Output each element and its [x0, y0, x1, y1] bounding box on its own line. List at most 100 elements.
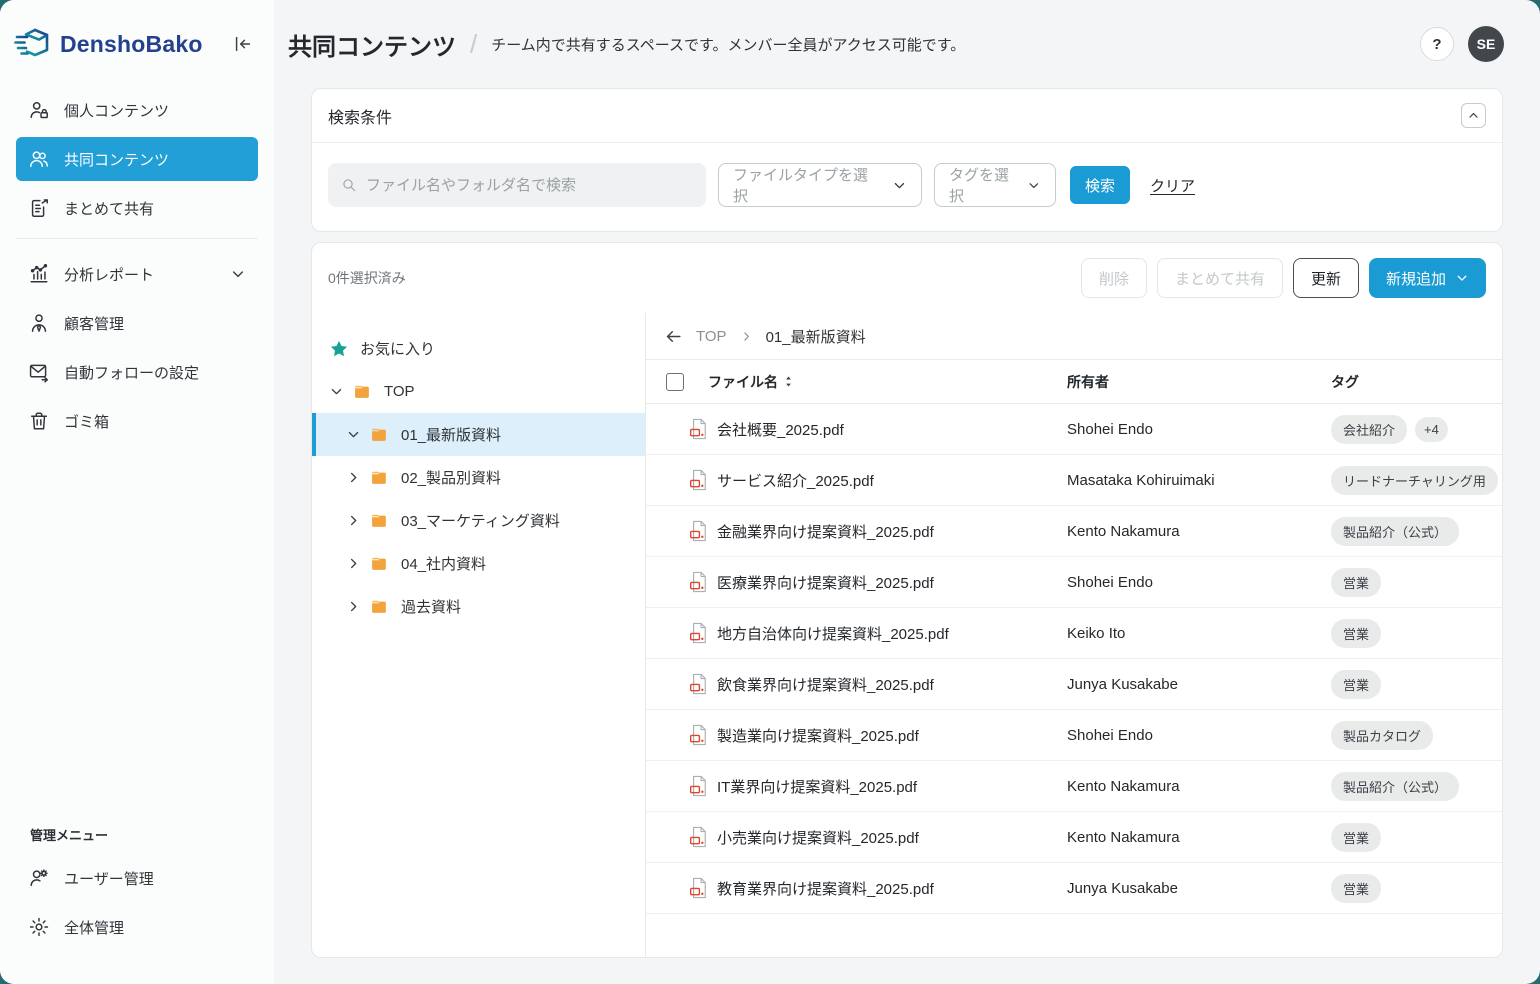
table-row[interactable]: 医療業界向け提案資料_2025.pdf Shohei Endo営業: [646, 557, 1502, 608]
tag-pill[interactable]: リードナーチャリング用: [1331, 466, 1498, 495]
tag-pill[interactable]: 営業: [1331, 670, 1381, 699]
file-type-select[interactable]: ファイルタイプを選択: [718, 163, 922, 207]
tree-folder[interactable]: 過去資料: [312, 585, 645, 628]
chevron-up-icon: [1467, 109, 1480, 122]
tag-select-value: タグを選択: [949, 164, 1017, 206]
breadcrumb-root[interactable]: TOP: [696, 328, 727, 345]
tree-folder[interactable]: 04_社内資料: [312, 542, 645, 585]
file-browser-body: お気に入り TOP 01_最新版資料 02_製品別資料 03_マーケティング資料 04…: [312, 313, 1502, 957]
chevron-right-icon: [346, 556, 361, 571]
tree-folder-label: 02_製品別資料: [401, 467, 501, 488]
file-name: 地方自治体向け提案資料_2025.pdf: [717, 623, 949, 644]
search-icon: [341, 177, 357, 193]
sidebar-item-label: まとめて共有: [64, 198, 154, 219]
toolbar-actions: 削除 まとめて共有 更新 新規追加: [1081, 258, 1486, 298]
sidebar-item[interactable]: まとめて共有: [16, 186, 258, 230]
sidebar-item[interactable]: ゴミ箱: [16, 399, 258, 443]
pdf-icon: [689, 520, 709, 542]
refresh-button[interactable]: 更新: [1293, 258, 1359, 298]
folder-icon: [370, 597, 390, 617]
chevron-down-icon[interactable]: [329, 384, 344, 399]
chevron-down-icon: [892, 178, 907, 193]
folder-tree-children: 01_最新版資料 02_製品別資料 03_マーケティング資料 04_社内資料過去資料: [312, 413, 645, 628]
sidebar-collapse-icon[interactable]: [232, 33, 254, 55]
search-panel-collapse-button[interactable]: [1461, 103, 1486, 128]
help-button[interactable]: ?: [1420, 27, 1454, 61]
tag-pill[interactable]: 営業: [1331, 874, 1381, 903]
sidebar-item-label: 共同コンテンツ: [64, 149, 169, 170]
page-subtitle: チーム内で共有するスペースです。メンバー全員がアクセス可能です。: [491, 34, 965, 55]
file-owner: Shohei Endo: [1067, 727, 1331, 744]
table-row[interactable]: 製造業向け提案資料_2025.pdfShohei Endo製品カタログ: [646, 710, 1502, 761]
favorites-label: お気に入り: [360, 338, 435, 359]
tree-folder[interactable]: 03_マーケティング資料: [312, 499, 645, 542]
tree-folder-label: 04_社内資料: [401, 553, 486, 574]
chevron-right-icon: [346, 470, 361, 485]
table-row[interactable]: IT業界向け提案資料_2025.pdfKento Nakamura製品紹介（公式…: [646, 761, 1502, 812]
table-row[interactable]: 飲食業界向け提案資料_2025.pdfJunya Kusakabe営業: [646, 659, 1502, 710]
person-lock-icon: [28, 99, 50, 121]
table-row[interactable]: 会社概要_2025.pdfShohei Endo会社紹介+4: [646, 404, 1502, 455]
chevron-down-icon: [230, 266, 246, 282]
file-tags: 営業: [1331, 874, 1502, 903]
file-browser-panel: 0件選択済み 削除 まとめて共有 更新 新規追加: [311, 242, 1503, 958]
app-window: DenshoBako 個人コンテンツ共同コンテンツまとめて共有分析レポート顧客管…: [0, 0, 1540, 984]
sort-by-name[interactable]: ファイル名: [708, 372, 794, 392]
search-input[interactable]: [366, 177, 693, 194]
tag-pill[interactable]: 製品紹介（公式）: [1331, 517, 1459, 546]
tag-pill[interactable]: 営業: [1331, 823, 1381, 852]
tag-pill[interactable]: 製品カタログ: [1331, 721, 1433, 750]
bulk-share-button[interactable]: まとめて共有: [1157, 258, 1283, 298]
file-owner: Junya Kusakabe: [1067, 676, 1331, 693]
table-row[interactable]: 金融業界向け提案資料_2025.pdfKento Nakamura製品紹介（公式…: [646, 506, 1502, 557]
search-input-box[interactable]: [328, 163, 706, 207]
clear-link[interactable]: クリア: [1150, 175, 1195, 196]
pdf-icon: [689, 877, 709, 899]
add-new-button[interactable]: 新規追加: [1369, 258, 1486, 298]
pdf-icon: [689, 622, 709, 644]
tree-root-folder[interactable]: TOP: [312, 370, 645, 413]
search-button[interactable]: 検索: [1070, 166, 1130, 204]
tag-pill[interactable]: 営業: [1331, 619, 1381, 648]
column-tags: タグ: [1331, 372, 1502, 392]
delete-button[interactable]: 削除: [1081, 258, 1147, 298]
sidebar-item[interactable]: 共同コンテンツ: [16, 137, 258, 181]
user-avatar[interactable]: SE: [1468, 26, 1504, 62]
tree-folder[interactable]: 01_最新版資料: [312, 413, 645, 456]
breadcrumb-current: 01_最新版資料: [766, 326, 866, 347]
title-separator: /: [470, 29, 477, 60]
logo-row: DenshoBako: [0, 0, 274, 84]
select-all-checkbox[interactable]: [666, 373, 684, 391]
sidebar-admin-item-label: ユーザー管理: [64, 868, 154, 889]
file-owner: Masataka Kohiruimaki: [1067, 472, 1331, 489]
file-tags: 営業: [1331, 568, 1502, 597]
table-row[interactable]: サービス紹介_2025.pdfMasataka Kohiruimakiリードナー…: [646, 455, 1502, 506]
tag-more-pill[interactable]: +4: [1415, 417, 1448, 442]
sidebar-admin-item[interactable]: 全体管理: [16, 905, 258, 949]
file-owner: Shohei Endo: [1067, 421, 1331, 438]
tag-pill[interactable]: 営業: [1331, 568, 1381, 597]
back-arrow-icon[interactable]: [664, 327, 683, 346]
sidebar-item[interactable]: 顧客管理: [16, 301, 258, 345]
file-owner: Shohei Endo: [1067, 574, 1331, 591]
breadcrumb: TOP 01_最新版資料: [646, 313, 1502, 360]
sidebar-item[interactable]: 分析レポート: [16, 252, 258, 296]
admin-menu-label: 管理メニュー: [16, 825, 258, 844]
sidebar-item[interactable]: 個人コンテンツ: [16, 88, 258, 132]
folder-icon: [370, 554, 390, 574]
file-tags: リードナーチャリング用: [1331, 466, 1502, 495]
file-name: 医療業界向け提案資料_2025.pdf: [717, 572, 934, 593]
sidebar-admin-item[interactable]: ユーザー管理: [16, 856, 258, 900]
chart-icon: [28, 263, 50, 285]
pdf-icon: [689, 826, 709, 848]
table-row[interactable]: 教育業界向け提案資料_2025.pdfJunya Kusakabe営業: [646, 863, 1502, 914]
chevron-right-icon: [740, 330, 753, 343]
sidebar-item[interactable]: 自動フォローの設定: [16, 350, 258, 394]
tree-folder[interactable]: 02_製品別資料: [312, 456, 645, 499]
tag-select[interactable]: タグを選択: [934, 163, 1056, 207]
favorites-item[interactable]: お気に入り: [312, 327, 645, 370]
table-row[interactable]: 小売業向け提案資料_2025.pdfKento Nakamura営業: [646, 812, 1502, 863]
tag-pill[interactable]: 会社紹介: [1331, 415, 1407, 444]
table-row[interactable]: 地方自治体向け提案資料_2025.pdfKeiko Ito営業: [646, 608, 1502, 659]
tag-pill[interactable]: 製品紹介（公式）: [1331, 772, 1459, 801]
